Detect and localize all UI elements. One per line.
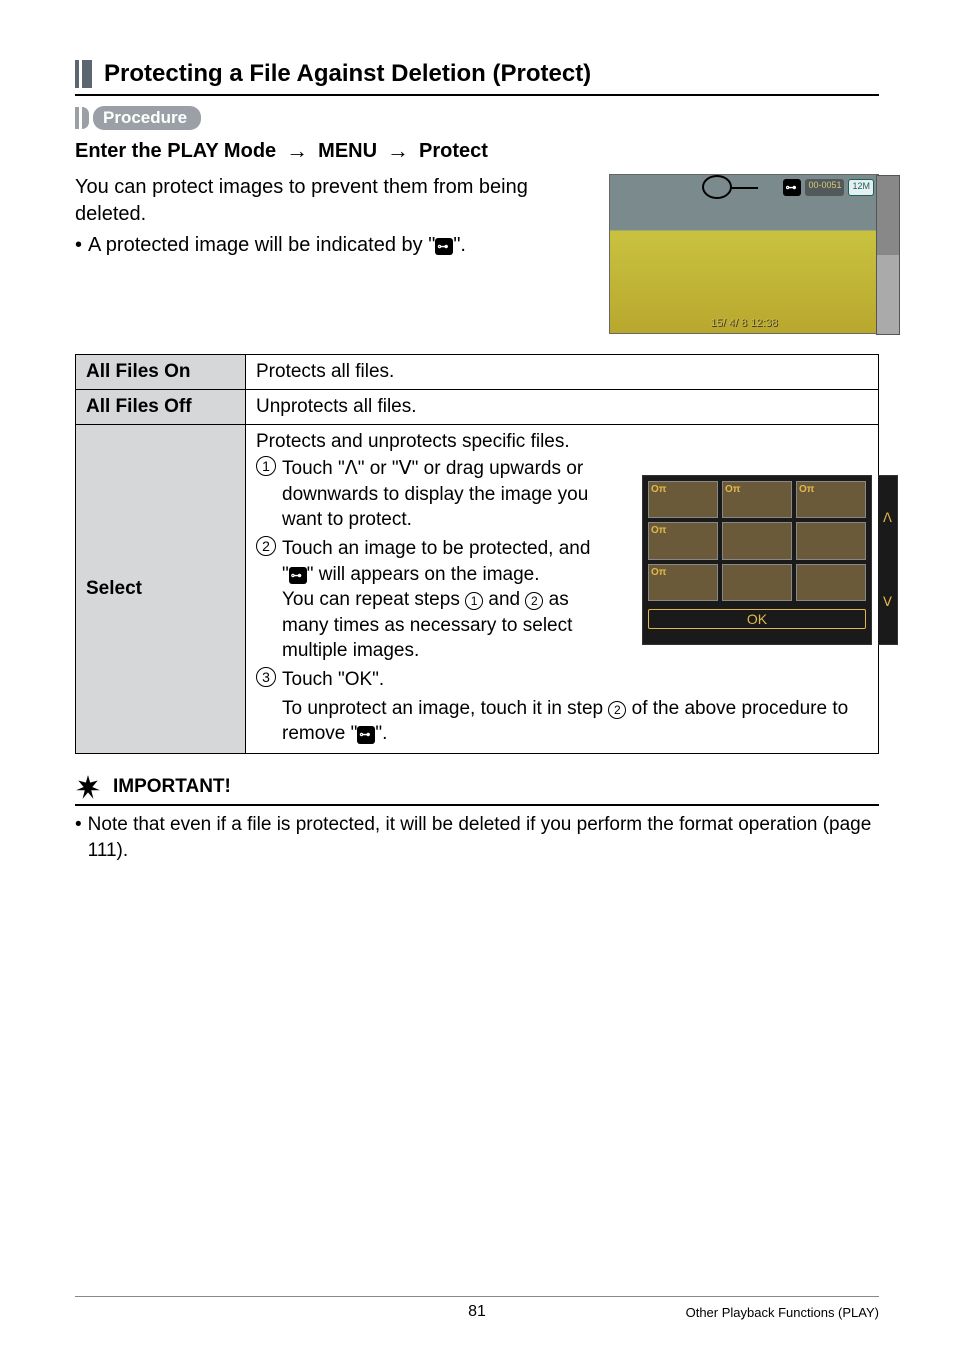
step-ref-icon: 2 — [608, 701, 626, 719]
preview-res: 12M — [848, 179, 874, 196]
footer: 81 Other Playback Functions (PLAY) — [75, 1296, 879, 1321]
procedure-label: Procedure — [93, 106, 201, 130]
select-intro: Protects and unprotects specific files. — [256, 431, 593, 453]
section-bar-icon — [75, 60, 92, 88]
unprotect-c: ". — [375, 723, 387, 744]
protect-key-icon — [435, 238, 453, 255]
step-number-icon: 2 — [256, 536, 276, 556]
step-3: 3 Touch "OK". — [256, 667, 593, 693]
mode-protect: Protect — [419, 140, 488, 163]
thumb-cell — [722, 564, 792, 601]
thumb-cell — [648, 481, 718, 518]
scroll-down-icon[interactable]: ᐯ — [878, 560, 897, 644]
option-label: All Files On — [76, 355, 246, 390]
description-block: You can protect images to prevent them f… — [75, 174, 879, 334]
footer-section: Other Playback Functions (PLAY) — [686, 1305, 879, 1320]
table-row: All Files Off Unprotects all files. — [76, 390, 879, 425]
desc-line-1: You can protect images to prevent them f… — [75, 174, 559, 228]
bullet-icon: • — [75, 232, 82, 259]
thumb-cell — [648, 522, 718, 559]
step-ref-icon: 1 — [465, 592, 483, 610]
table-row: All Files On Protects all files. — [76, 355, 879, 390]
table-row: Select Protects and unprotects specific … — [76, 425, 879, 754]
thumb-cell — [722, 522, 792, 559]
protect-key-icon — [357, 726, 375, 743]
option-desc: Unprotects all files. — [246, 390, 879, 425]
desc2-suffix: ". — [453, 234, 466, 256]
thumb-ok-button[interactable]: OK — [648, 609, 866, 629]
thumb-cell — [796, 564, 866, 601]
preview-image: 00-0051 12M 15/ 4/ 8 12:38 — [609, 174, 879, 334]
bullet-icon: • — [75, 812, 82, 863]
step-1: 1 Touch "ᐱ" or "ᐯ" or drag upwards or do… — [256, 456, 593, 533]
breadcrumb: Enter the PLAY Mode → MENU → Protect — [75, 138, 879, 164]
step-ref-icon: 2 — [525, 592, 543, 610]
arrow-right-icon: → — [383, 138, 413, 164]
burst-icon — [75, 774, 101, 800]
important-note-text: Note that even if a file is protected, i… — [88, 812, 879, 863]
procedure-arc-icon — [82, 107, 89, 129]
step-1-text: Touch "ᐱ" or "ᐯ" or drag upwards or down… — [282, 456, 593, 533]
thumb-side-buttons: ᐱ ᐯ — [878, 475, 898, 645]
options-table: All Files On Protects all files. All Fil… — [75, 354, 879, 754]
desc2-prefix: A protected image will be indicated by " — [88, 234, 435, 256]
thumbnail-grid: OK — [642, 475, 872, 645]
description-text: You can protect images to prevent them f… — [75, 174, 559, 259]
preview-timestamp: 15/ 4/ 8 12:38 — [710, 317, 777, 329]
scroll-up-icon[interactable]: ᐱ — [878, 476, 897, 560]
option-label: All Files Off — [76, 390, 246, 425]
step2-text-d: and — [488, 589, 520, 610]
desc-line-2: • A protected image will be indicated by… — [75, 232, 559, 259]
procedure-bar-icon — [75, 107, 79, 129]
important-header: IMPORTANT! — [75, 774, 879, 806]
step-2: 2 Touch an image to be protected, and ""… — [256, 536, 593, 664]
mode-menu: MENU — [318, 140, 377, 163]
page-number: 81 — [468, 1303, 486, 1321]
thumb-cell — [796, 481, 866, 518]
mode-prefix: Enter the PLAY Mode — [75, 140, 276, 163]
option-label: Select — [76, 425, 246, 754]
protect-key-icon — [289, 567, 307, 584]
step2-text-b: " will appears on the image. — [307, 564, 540, 585]
section-title: Protecting a File Against Deletion (Prot… — [104, 60, 591, 88]
protect-key-icon — [783, 179, 801, 196]
important-label: IMPORTANT! — [113, 776, 231, 798]
option-desc: Protects all files. — [246, 355, 879, 390]
step-3-text: Touch "OK". — [282, 667, 384, 693]
step-number-icon: 3 — [256, 667, 276, 687]
unprotect-a: To unprotect an image, touch it in step — [282, 698, 603, 719]
preview-top-bar: 00-0051 12M — [614, 179, 874, 196]
thumb-cell — [722, 481, 792, 518]
section-header: Protecting a File Against Deletion (Prot… — [75, 60, 879, 96]
thumb-cell — [796, 522, 866, 559]
important-note: • Note that even if a file is protected,… — [75, 812, 879, 863]
option-desc-select: Protects and unprotects specific files. … — [246, 425, 879, 754]
arrow-right-icon: → — [282, 138, 312, 164]
step-number-icon: 1 — [256, 456, 276, 476]
procedure-row: Procedure — [75, 106, 879, 130]
step2-text-c: You can repeat steps — [282, 589, 460, 610]
unprotect-note: To unprotect an image, touch it in step … — [282, 696, 868, 747]
thumb-cell — [648, 564, 718, 601]
preview-counter: 00-0051 — [805, 179, 844, 196]
